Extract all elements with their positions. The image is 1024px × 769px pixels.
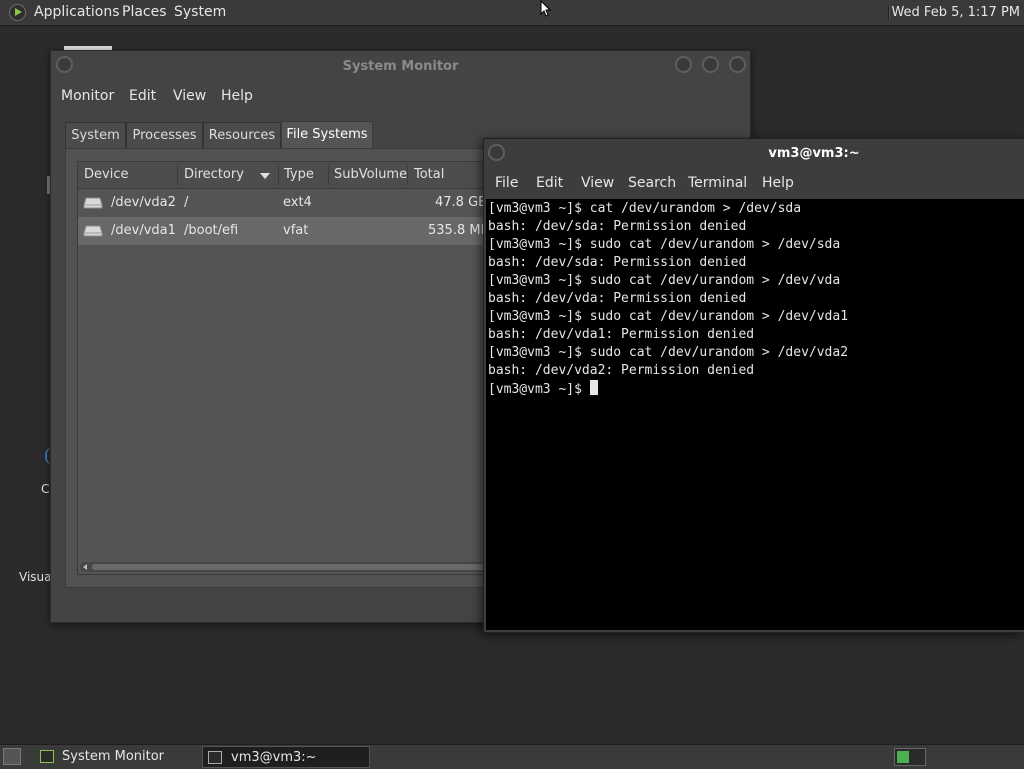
cell-type: vfat: [283, 223, 309, 238]
menu-search[interactable]: Search: [628, 175, 676, 191]
column-device[interactable]: Device: [84, 167, 128, 182]
terminal-prompt-line[interactable]: [vm3@vm3 ~]$: [488, 380, 848, 398]
applications-logo-icon[interactable]: [9, 4, 26, 21]
tab-file-systems[interactable]: File Systems: [281, 121, 373, 148]
terminal-line: [vm3@vm3 ~]$ sudo cat /dev/urandom > /de…: [488, 345, 849, 360]
terminal-line: [vm3@vm3 ~]$ cat /dev/urandom > /dev/sda: [488, 201, 802, 216]
top-panel: Applications Places System Wed Feb 5, 1:…: [0, 0, 1024, 26]
table-row[interactable]: /dev/vda2 / ext4 47.8 GB: [78, 189, 496, 217]
sort-descending-icon[interactable]: [260, 173, 270, 179]
menu-help[interactable]: Help: [762, 175, 794, 191]
desktop-icon-label[interactable]: C: [41, 482, 49, 496]
menu-monitor[interactable]: Monitor: [61, 88, 114, 104]
terminal-titlebar[interactable]: vm3@vm3:~: [484, 139, 1024, 169]
cell-device: /dev/vda2: [111, 195, 176, 210]
taskbar-item-label: System Monitor: [62, 749, 165, 764]
menu-view[interactable]: View: [581, 175, 614, 191]
minimize-button[interactable]: [675, 56, 692, 73]
cell-directory: /: [184, 195, 189, 210]
menu-edit[interactable]: Edit: [536, 175, 563, 191]
menu-edit[interactable]: Edit: [129, 88, 156, 104]
terminal-icon: [208, 751, 222, 764]
bottom-panel: System Monitor vm3@vm3:~: [0, 744, 1024, 769]
terminal-output[interactable]: [vm3@vm3 ~]$ cat /dev/urandom > /dev/sda…: [486, 199, 1024, 630]
places-menu[interactable]: Places: [122, 0, 167, 25]
column-total[interactable]: Total: [414, 167, 444, 182]
window-title: System Monitor: [342, 59, 459, 74]
terminal-line: bash: /dev/vda1: Permission denied: [488, 327, 755, 342]
file-systems-table: Device Directory Type SubVolume Total /d…: [77, 161, 497, 575]
table-row[interactable]: /dev/vda1 /boot/efi vfat 535.8 MB: [78, 217, 496, 245]
show-desktop-icon[interactable]: [3, 748, 21, 765]
active-workspace-icon[interactable]: [897, 751, 909, 763]
column-separator[interactable]: [278, 165, 279, 185]
terminal-line: bash: /dev/vda: Permission denied: [488, 291, 747, 306]
mouse-pointer-icon: [540, 0, 552, 18]
applications-menu[interactable]: Applications: [34, 0, 120, 25]
column-separator[interactable]: [407, 165, 408, 185]
system-menu[interactable]: System: [174, 0, 226, 25]
column-type[interactable]: Type: [284, 167, 314, 182]
taskbar-item-label: vm3@vm3:~: [231, 750, 317, 765]
column-separator[interactable]: [328, 165, 329, 185]
drive-icon: [83, 197, 103, 209]
drive-icon: [83, 225, 103, 237]
maximize-button[interactable]: [702, 56, 719, 73]
close-button[interactable]: [729, 56, 746, 73]
column-subvolume[interactable]: SubVolume: [334, 167, 407, 182]
terminal-window: vm3@vm3:~ File Edit View Search Terminal…: [483, 138, 1024, 633]
system-monitor-menubar: Monitor Edit View Help: [51, 81, 750, 111]
cell-total: 47.8 GB: [435, 195, 488, 210]
menu-view[interactable]: View: [173, 88, 206, 104]
panel-clock[interactable]: Wed Feb 5, 1:17 PM: [891, 0, 1020, 25]
scroll-left-icon[interactable]: [83, 564, 87, 570]
tab-resources[interactable]: Resources: [203, 122, 281, 148]
tab-system[interactable]: System: [65, 122, 126, 148]
terminal-line: bash: /dev/vda2: Permission denied: [488, 363, 755, 378]
terminal-line: bash: /dev/sda: Permission denied: [488, 219, 747, 234]
cell-type: ext4: [283, 195, 312, 210]
tab-processes[interactable]: Processes: [126, 122, 203, 148]
system-monitor-icon: [40, 750, 54, 763]
workspace-switcher[interactable]: [894, 748, 926, 766]
terminal-line: bash: /dev/sda: Permission denied: [488, 255, 747, 270]
taskbar-item-terminal[interactable]: vm3@vm3:~: [202, 746, 370, 768]
system-monitor-titlebar[interactable]: System Monitor: [51, 51, 750, 81]
column-directory[interactable]: Directory: [184, 167, 244, 182]
terminal-menubar: File Edit View Search Terminal Help: [484, 169, 1024, 199]
scrollbar-thumb[interactable]: [92, 564, 488, 570]
window-title: vm3@vm3:~: [768, 146, 860, 161]
cell-device: /dev/vda1: [111, 223, 176, 238]
menu-help[interactable]: Help: [221, 88, 253, 104]
terminal-prompt: [vm3@vm3 ~]$: [488, 382, 590, 397]
text-cursor: [589, 380, 598, 395]
cell-total: 535.8 MB: [428, 223, 490, 238]
desktop-icon-label[interactable]: Visua: [19, 570, 52, 584]
window-menu-button[interactable]: [488, 144, 505, 161]
cell-directory: /boot/efi: [184, 223, 239, 238]
horizontal-scrollbar[interactable]: [80, 562, 496, 572]
terminal-line: [vm3@vm3 ~]$ sudo cat /dev/urandom > /de…: [488, 237, 841, 252]
column-separator[interactable]: [177, 165, 178, 185]
table-header: Device Directory Type SubVolume Total: [78, 162, 496, 189]
panel-separator: [888, 5, 890, 20]
taskbar-item-system-monitor[interactable]: System Monitor: [32, 746, 200, 768]
terminal-line: [vm3@vm3 ~]$ sudo cat /dev/urandom > /de…: [488, 309, 849, 324]
menu-terminal[interactable]: Terminal: [688, 175, 747, 191]
terminal-line: [vm3@vm3 ~]$ sudo cat /dev/urandom > /de…: [488, 273, 841, 288]
menu-file[interactable]: File: [495, 175, 518, 191]
